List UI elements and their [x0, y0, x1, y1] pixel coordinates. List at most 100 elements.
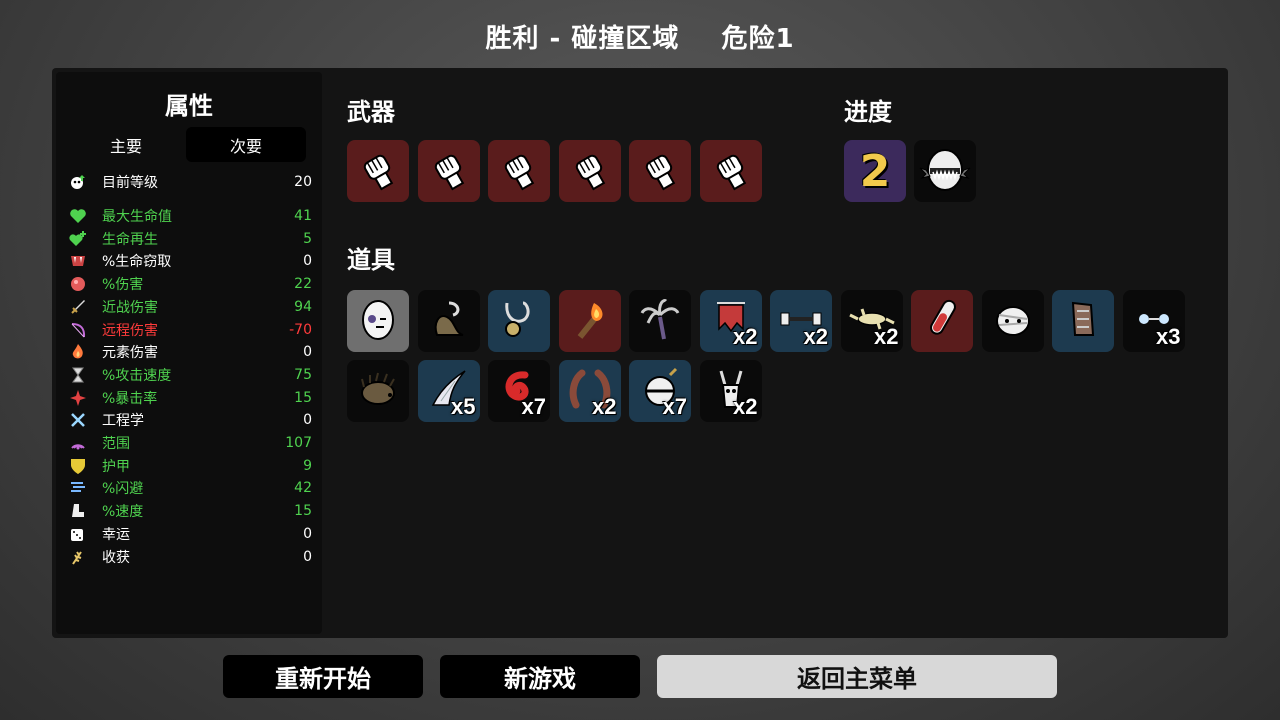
- hedgehog-icon: [354, 365, 402, 417]
- wheat-icon: [68, 547, 88, 567]
- torch-icon: [566, 295, 614, 347]
- stat-row: 幸运 0: [68, 523, 312, 545]
- item-slot[interactable]: x2: [558, 360, 621, 422]
- progress-level-number: 2: [859, 145, 891, 197]
- item-quantity: x2: [733, 394, 758, 419]
- stat-label: 收获: [102, 549, 130, 566]
- stat-value: 0: [303, 548, 312, 565]
- dice-icon: [68, 524, 88, 544]
- cast-icon: [1059, 295, 1107, 347]
- stat-row: 范围 107: [68, 432, 312, 454]
- weapon-slot[interactable]: [699, 140, 762, 202]
- stat-label-level: 目前等级: [102, 175, 158, 191]
- main-menu-button[interactable]: 返回主菜单: [657, 655, 1057, 698]
- shield-icon: [68, 456, 88, 476]
- item-slot[interactable]: x2: [699, 360, 762, 422]
- tab-secondary[interactable]: 次要: [186, 127, 306, 162]
- weapon-slot[interactable]: [488, 140, 550, 202]
- stat-label: 最大生命值: [102, 209, 172, 225]
- item-slot[interactable]: [911, 290, 973, 352]
- stat-row: %伤害 22: [68, 273, 312, 295]
- stat-value: 0: [303, 253, 312, 270]
- item-slot[interactable]: x5: [417, 360, 480, 422]
- palm-tree-icon: [636, 295, 684, 347]
- stat-row: 远程伤害 -70: [68, 319, 312, 341]
- stat-value-level: 20: [294, 174, 312, 190]
- stat-row: %闪避 42: [68, 477, 312, 499]
- item-quantity: x3: [1156, 324, 1181, 349]
- stat-label: 幸运: [102, 526, 130, 543]
- stat-label: 范围: [102, 436, 130, 452]
- weapon-slot[interactable]: [558, 140, 621, 202]
- item-slot[interactable]: [417, 290, 480, 352]
- stat-label: 生命再生: [102, 231, 158, 248]
- item-slot[interactable]: [558, 290, 621, 352]
- stat-row: 最大生命值 41: [68, 205, 312, 227]
- progress-item-slot[interactable]: [914, 140, 976, 202]
- progress-level-slot[interactable]: 2: [844, 140, 906, 202]
- bow-icon: [68, 320, 88, 340]
- weapon-slot[interactable]: [347, 140, 409, 202]
- item-slot[interactable]: [1052, 290, 1114, 352]
- item-slot[interactable]: [488, 290, 550, 352]
- flame-icon: [68, 342, 88, 362]
- stats-panel: 属性 主要 次要 目前等级 20 最大生命值 41 生命再生 5 %生命窃取 0 %伤害 22…: [56, 72, 322, 634]
- item-slot[interactable]: x2: [699, 290, 762, 352]
- summary-panel: 属性 主要 次要 目前等级 20 最大生命值 41 生命再生 5 %生命窃取 0 %伤害 22…: [52, 68, 1228, 638]
- item-slot[interactable]: x3: [1122, 290, 1185, 352]
- stat-value: 22: [294, 276, 312, 293]
- hourglass-icon: [68, 365, 88, 385]
- restart-button[interactable]: 重新开始: [223, 655, 423, 698]
- stat-row: %暴击率 15: [68, 387, 312, 409]
- stat-row: 生命再生 5: [68, 228, 312, 250]
- range-icon: [68, 433, 88, 453]
- stat-value: 94: [294, 298, 312, 315]
- item-slot[interactable]: x7: [488, 360, 550, 422]
- stat-label: %生命窃取: [102, 254, 172, 271]
- fist-icon: [355, 146, 401, 196]
- stat-value: 41: [294, 208, 312, 224]
- stat-value: -70: [289, 321, 312, 338]
- item-quantity: x2: [592, 394, 617, 419]
- mummy-icon: [989, 295, 1037, 347]
- result-title: 胜利 - 碰撞区域 危险1: [0, 18, 1280, 54]
- stat-row: %速度 15: [68, 500, 312, 522]
- items-title: 道具: [347, 246, 395, 274]
- stat-row: %攻击速度 75: [68, 364, 312, 386]
- stat-label: %闪避: [102, 481, 144, 498]
- stat-row: 护甲 9: [68, 455, 312, 477]
- item-quantity: x7: [521, 394, 546, 419]
- egg-icon: [354, 295, 402, 347]
- item-slot[interactable]: x7: [629, 360, 691, 422]
- stat-value: 5: [303, 230, 312, 247]
- weapon-slot[interactable]: [417, 140, 480, 202]
- stat-value: 0: [303, 344, 312, 361]
- fist-icon: [567, 146, 613, 196]
- stat-row: 近战伤害 94: [68, 296, 312, 318]
- stat-label: 元素伤害: [102, 345, 158, 362]
- item-quantity: x2: [803, 324, 828, 349]
- crit-icon: [68, 388, 88, 408]
- new-game-button[interactable]: 新游戏: [440, 655, 640, 698]
- item-slot[interactable]: [629, 290, 691, 352]
- spiked-egg-icon: [918, 142, 972, 200]
- stat-value: 15: [294, 503, 312, 520]
- item-slot[interactable]: [981, 290, 1044, 352]
- fist-icon: [708, 146, 754, 196]
- item-slot[interactable]: [347, 360, 409, 422]
- item-slot[interactable]: x2: [840, 290, 903, 352]
- tab-primary[interactable]: 主要: [66, 127, 186, 162]
- stat-row: 收获 0: [68, 546, 312, 568]
- stat-value: 0: [303, 525, 312, 542]
- item-quantity: x2: [733, 324, 758, 349]
- fist-icon: [426, 146, 472, 196]
- heart-plus-icon: [68, 229, 88, 249]
- stat-label: 护甲: [102, 458, 130, 475]
- item-slot[interactable]: x2: [770, 290, 832, 352]
- sword-icon: [68, 297, 88, 317]
- stat-label: 工程学: [102, 413, 144, 430]
- stat-row: %生命窃取 0: [68, 250, 312, 272]
- weapon-slot[interactable]: [629, 140, 691, 202]
- stats-title: 属性: [165, 92, 213, 120]
- item-slot[interactable]: [347, 290, 409, 352]
